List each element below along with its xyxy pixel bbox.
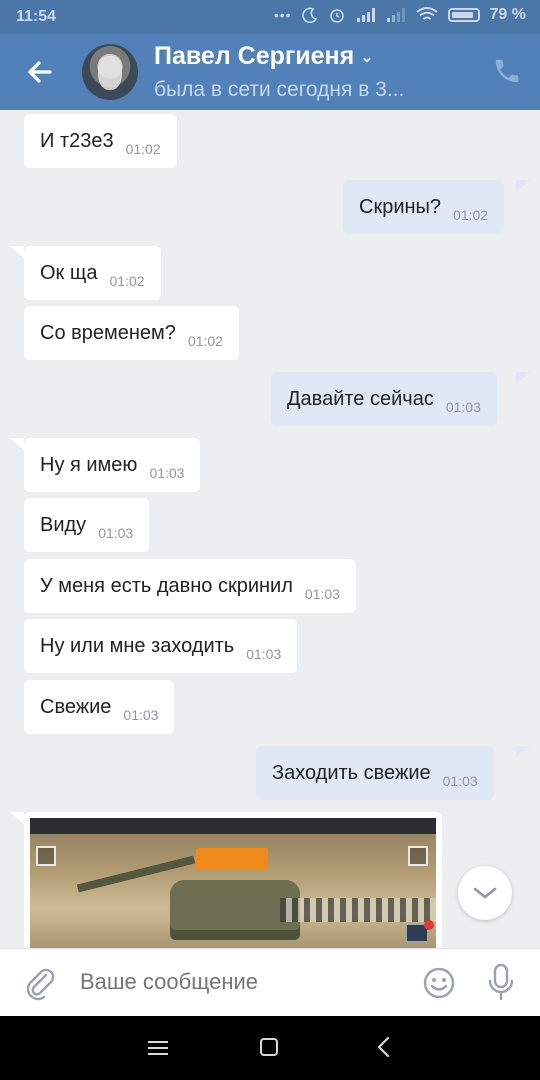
status-icons: ••• 79 %: [274, 6, 526, 24]
message-time: 01:03: [98, 525, 134, 541]
bubble-tail: [10, 246, 24, 258]
message-outgoing[interactable]: Давайте сейчас 01:03: [271, 372, 497, 426]
message-outgoing[interactable]: Скрины? 01:02: [343, 180, 505, 234]
battery-icon: [447, 8, 480, 22]
image-message[interactable]: [24, 812, 442, 948]
bubble-tail: [516, 746, 530, 758]
status-bar: 11:54 ••• 79 %: [0, 0, 540, 34]
message-text: Ну я имею: [40, 453, 138, 476]
message-time: 01:02: [187, 333, 223, 349]
message-time: 01:03: [304, 586, 340, 602]
contact-status: была в сети сегодня в 3...: [154, 78, 405, 101]
message-text: Свежие: [40, 695, 112, 718]
message-incoming[interactable]: Виду 01:03: [24, 498, 150, 552]
game-battle-button: [196, 848, 268, 870]
rail-track: [280, 898, 436, 922]
contact-name[interactable]: Павел Сергиеня ⌄: [154, 42, 374, 71]
message-text: Скрины?: [359, 195, 442, 218]
message-incoming[interactable]: Ну я имею 01:03: [24, 438, 201, 492]
status-time: 11:54: [16, 8, 57, 25]
bubble-tail: [516, 180, 530, 192]
message-text: Со временем?: [40, 321, 176, 344]
signal-2-icon: [386, 8, 405, 22]
game-topbar: [30, 818, 436, 834]
message-input[interactable]: [80, 969, 400, 995]
message-text: Заходить свежие: [272, 761, 431, 784]
chat-header: Павел Сергиеня ⌄ была в сети сегодня в 3.…: [0, 34, 540, 110]
message-time: 01:03: [149, 465, 185, 481]
message-text: У меня есть давно скринил: [40, 574, 293, 597]
game-button-icon: [36, 846, 56, 866]
battery-percent: 79 %: [489, 6, 526, 23]
microphone-icon[interactable]: [486, 963, 516, 1001]
message-incoming[interactable]: Свежие 01:03: [24, 680, 175, 734]
message-time: 01:02: [109, 273, 145, 289]
chevron-down-icon: ⌄: [360, 49, 374, 67]
phone-icon[interactable]: [492, 56, 522, 86]
notification-dot: [424, 920, 434, 930]
message-outgoing[interactable]: Заходить свежие 01:03: [256, 746, 494, 800]
message-time: 01:02: [453, 207, 489, 223]
back-icon[interactable]: [376, 1036, 392, 1058]
paperclip-icon[interactable]: [22, 965, 58, 1001]
bubble-tail: [10, 438, 24, 450]
message-text: И т23е3: [40, 129, 114, 152]
message-composer: [0, 948, 540, 1016]
message-time: 01:02: [125, 141, 161, 157]
system-nav-bar: [0, 1016, 540, 1080]
message-text: Ну или мне заходить: [40, 634, 235, 657]
emoji-icon[interactable]: [422, 966, 456, 1000]
scroll-down-button[interactable]: [458, 866, 512, 920]
message-incoming[interactable]: У меня есть давно скринил 01:03: [24, 559, 356, 613]
game-button-icon: [408, 846, 428, 866]
alarm-icon: [329, 9, 344, 23]
moon-icon: [301, 7, 317, 23]
signal-icon: [356, 8, 375, 22]
message-text: Давайте сейчас: [287, 387, 434, 410]
message-incoming[interactable]: Со временем? 01:02: [24, 306, 239, 360]
bubble-tail: [516, 372, 530, 384]
chevron-down-icon: [473, 887, 497, 899]
back-arrow-icon[interactable]: [22, 54, 58, 90]
message-text: Ок ща: [40, 261, 98, 284]
message-time: 01:03: [246, 646, 282, 662]
message-time: 01:03: [123, 707, 159, 723]
avatar[interactable]: [82, 44, 138, 100]
message-time: 01:03: [442, 773, 478, 789]
wifi-icon: [415, 7, 438, 20]
bubble-tail: [10, 812, 24, 824]
menu-icon[interactable]: [148, 1040, 168, 1056]
notification-dots-icon: •••: [273, 7, 292, 23]
home-icon[interactable]: [260, 1038, 278, 1056]
message-incoming[interactable]: И т23е3 01:02: [24, 114, 177, 168]
message-incoming[interactable]: Ок ща 01:02: [24, 246, 161, 300]
game-screenshot-image[interactable]: [30, 818, 436, 948]
message-text: Виду: [40, 513, 87, 536]
message-time: 01:03: [445, 399, 481, 415]
message-incoming[interactable]: Ну или мне заходить 01:03: [24, 619, 298, 673]
